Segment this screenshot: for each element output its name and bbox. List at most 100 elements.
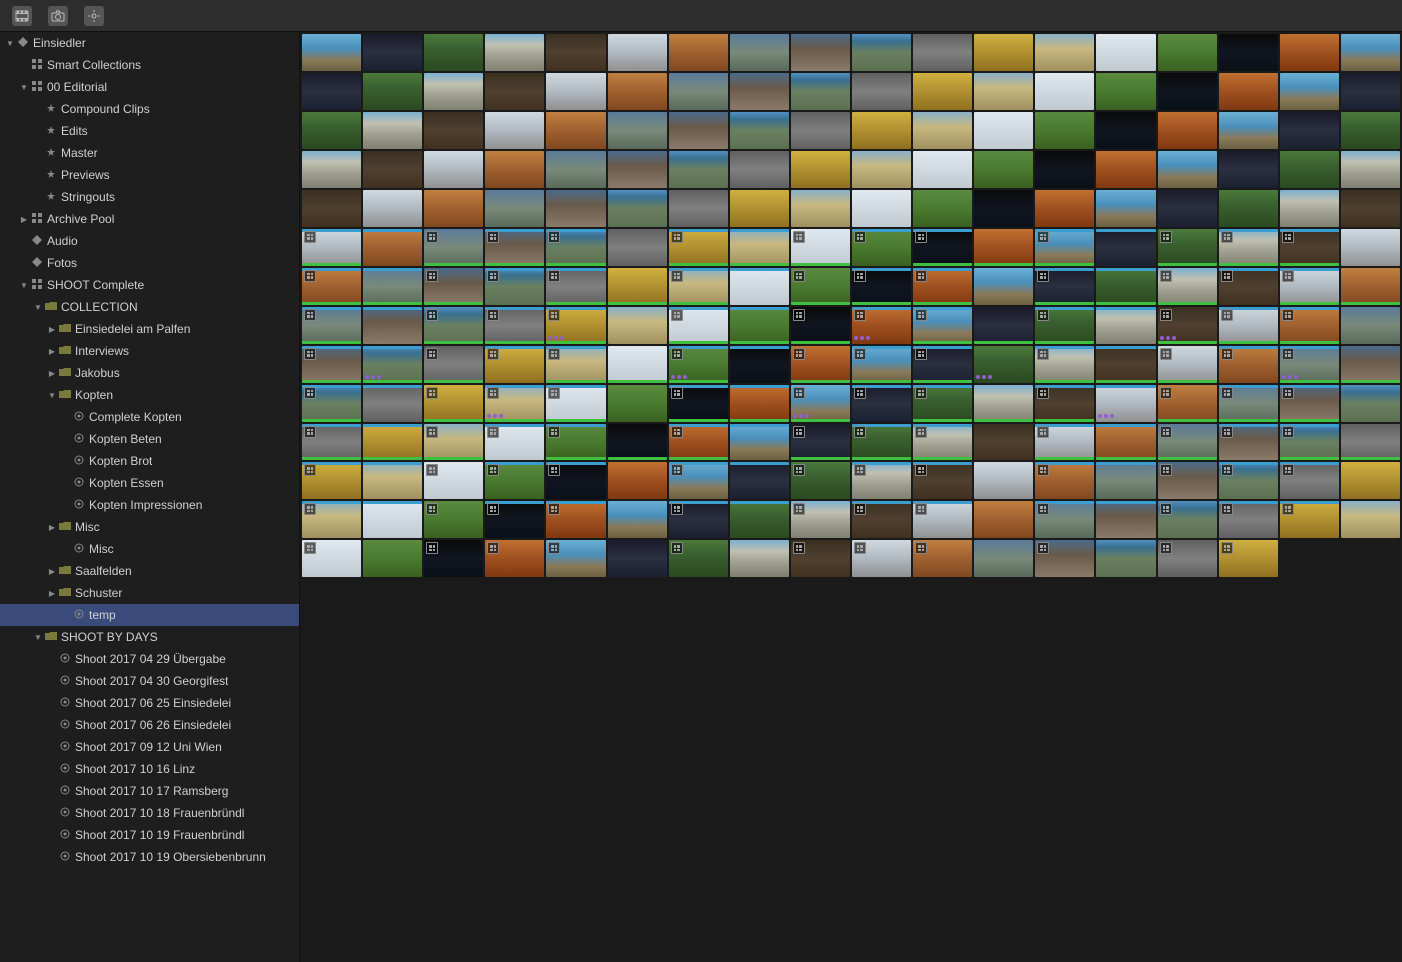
thumbnail-item[interactable] [730, 346, 789, 383]
thumbnail-item[interactable] [424, 34, 483, 71]
thumbnail-item[interactable] [424, 501, 483, 538]
thumbnail-item[interactable] [302, 424, 361, 461]
thumbnail-item[interactable] [546, 540, 605, 577]
thumbnail-item[interactable] [974, 501, 1033, 538]
thumbnail-item[interactable] [546, 462, 605, 499]
thumbnail-item[interactable] [852, 501, 911, 538]
thumbnail-item[interactable] [852, 151, 911, 188]
thumbnail-item[interactable] [974, 268, 1033, 305]
thumbnail-item[interactable] [1035, 501, 1094, 538]
thumbnail-item[interactable] [608, 73, 667, 110]
thumbnail-item[interactable] [1341, 73, 1400, 110]
thumbnail-item[interactable] [1035, 151, 1094, 188]
sidebar-item-shoot-by-days[interactable]: ▼SHOOT BY DAYS [0, 626, 299, 648]
thumbnail-item[interactable] [485, 307, 544, 344]
thumbnail-item[interactable] [669, 190, 728, 227]
thumbnail-item[interactable] [302, 462, 361, 499]
thumbnail-item[interactable] [485, 34, 544, 71]
thumbnail-item[interactable] [1341, 424, 1400, 461]
thumbnail-item[interactable] [1341, 34, 1400, 71]
thumbnail-item[interactable] [669, 385, 728, 422]
thumbnail-item[interactable] [1096, 424, 1155, 461]
thumbnail-item[interactable] [730, 34, 789, 71]
thumbnail-item[interactable] [974, 540, 1033, 577]
sidebar-item-shoot-2017-10-17[interactable]: Shoot 2017 10 17 Ramsberg [0, 780, 299, 802]
thumbnail-item[interactable] [363, 34, 422, 71]
thumbnail-item[interactable] [302, 346, 361, 383]
thumbnail-item[interactable] [791, 73, 850, 110]
thumbnail-item[interactable] [730, 501, 789, 538]
thumbnail-item[interactable] [1219, 307, 1278, 344]
thumbnail-item[interactable] [852, 229, 911, 266]
thumbnail-item[interactable] [546, 229, 605, 266]
sidebar-item-jakobus[interactable]: ▶Jakobus [0, 362, 299, 384]
thumbnail-item[interactable] [1096, 501, 1155, 538]
thumbnail-item[interactable] [1035, 462, 1094, 499]
thumbnail-item[interactable] [608, 190, 667, 227]
thumbnail-item[interactable] [424, 112, 483, 149]
thumbnail-item[interactable] [669, 112, 728, 149]
thumbnail-item[interactable] [852, 190, 911, 227]
sidebar-item-stringouts[interactable]: Stringouts [0, 186, 299, 208]
thumbnail-item[interactable] [1219, 385, 1278, 422]
sidebar-item-compound-clips[interactable]: Compound Clips [0, 98, 299, 120]
thumbnail-item[interactable] [608, 540, 667, 577]
thumbnail-item[interactable] [1280, 462, 1339, 499]
thumbnail-item[interactable] [1158, 73, 1217, 110]
thumbnail-item[interactable] [1280, 307, 1339, 344]
thumbnail-item[interactable] [424, 229, 483, 266]
thumbnail-item[interactable] [974, 424, 1033, 461]
thumbnail-item[interactable] [669, 34, 728, 71]
thumbnail-item[interactable] [1158, 307, 1217, 344]
thumbnail-item[interactable] [485, 385, 544, 422]
thumbnail-item[interactable] [1096, 268, 1155, 305]
thumbnail-item[interactable] [1341, 190, 1400, 227]
thumbnail-item[interactable] [730, 190, 789, 227]
thumbnail-item[interactable] [424, 307, 483, 344]
thumbnail-item[interactable] [791, 540, 850, 577]
sidebar-item-kopten-beten[interactable]: Kopten Beten [0, 428, 299, 450]
thumbnail-item[interactable] [608, 385, 667, 422]
thumbnail-item[interactable] [546, 268, 605, 305]
thumbnail-item[interactable] [608, 501, 667, 538]
thumbnail-item[interactable] [1096, 385, 1155, 422]
sidebar-item-einsiedelei-palfen[interactable]: ▶Einsiedelei am Palfen [0, 318, 299, 340]
sidebar-item-00-editorial[interactable]: ▼00 Editorial [0, 76, 299, 98]
thumbnail-item[interactable] [1158, 112, 1217, 149]
thumbnail-item[interactable] [1219, 346, 1278, 383]
thumbnail-item[interactable] [1341, 268, 1400, 305]
thumbnail-item[interactable] [546, 34, 605, 71]
thumbnail-item[interactable] [1341, 462, 1400, 499]
thumbnail-item[interactable] [546, 385, 605, 422]
thumbnail-item[interactable] [974, 385, 1033, 422]
sidebar-item-saalfelden[interactable]: ▶Saalfelden [0, 560, 299, 582]
thumbnail-item[interactable] [791, 346, 850, 383]
thumbnail-item[interactable] [1158, 34, 1217, 71]
thumbnail-item[interactable] [363, 73, 422, 110]
thumbnail-item[interactable] [852, 540, 911, 577]
thumbnail-item[interactable] [1219, 112, 1278, 149]
thumbnail-item[interactable] [1219, 424, 1278, 461]
thumbnail-item[interactable] [424, 190, 483, 227]
thumbnail-item[interactable] [974, 229, 1033, 266]
thumbnail-item[interactable] [363, 268, 422, 305]
sidebar-item-kopten-impressionen[interactable]: Kopten Impressionen [0, 494, 299, 516]
thumbnail-item[interactable] [791, 229, 850, 266]
thumbnail-item[interactable] [1280, 73, 1339, 110]
thumbnail-item[interactable] [1035, 112, 1094, 149]
thumbnail-item[interactable] [424, 268, 483, 305]
thumbnail-item[interactable] [913, 462, 972, 499]
sidebar-item-shoot-2017-06-26[interactable]: Shoot 2017 06 26 Einsiedelei [0, 714, 299, 736]
thumbnail-item[interactable] [730, 73, 789, 110]
thumbnail-item[interactable] [791, 385, 850, 422]
thumbnail-item[interactable] [1341, 307, 1400, 344]
sidebar-item-kopten-essen[interactable]: Kopten Essen [0, 472, 299, 494]
thumbnail-item[interactable] [974, 462, 1033, 499]
thumbnail-item[interactable] [1158, 229, 1217, 266]
sidebar-item-smart-collections[interactable]: Smart Collections [0, 54, 299, 76]
thumbnail-item[interactable] [546, 112, 605, 149]
thumbnail-item[interactable] [791, 112, 850, 149]
thumbnail-item[interactable] [1096, 190, 1155, 227]
sidebar-item-kopten[interactable]: ▼Kopten [0, 384, 299, 406]
thumbnail-item[interactable] [485, 190, 544, 227]
